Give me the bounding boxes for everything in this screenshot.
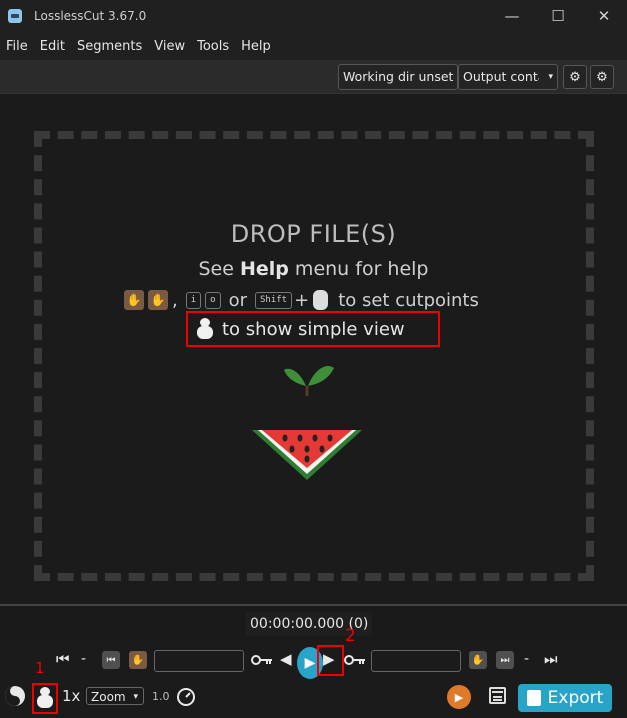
window-controls: — ☐ ✕ (489, 0, 627, 32)
settings-icon[interactable]: ⚙ (590, 65, 614, 89)
step-back-icon[interactable]: ◀ (280, 650, 292, 668)
minimize-button[interactable]: — (489, 0, 535, 32)
plus-text: + (294, 289, 310, 311)
set-cut-start-icon[interactable]: ✋ (129, 651, 147, 669)
simple-view-text: to show simple view (222, 318, 405, 340)
help-hint: See Help menu for help (0, 258, 627, 280)
mouse-icon (313, 290, 329, 310)
or-text: or (228, 289, 247, 311)
key-i: i (185, 291, 202, 309)
zoom-select[interactable]: Zoom ▾ (86, 687, 144, 705)
title-bar: LosslessCut 3.67.0 — ☐ ✕ (0, 0, 627, 32)
playback-speed[interactable]: 1x (62, 687, 80, 705)
hand-left-icon: ✋ (124, 290, 144, 310)
speedometer-icon[interactable] (176, 687, 196, 707)
step-forward-icon[interactable]: ▶ (323, 650, 335, 668)
cutpoints-text: to set cutpoints (338, 289, 479, 311)
dash-right: - (524, 651, 530, 667)
chevron-down-icon: ▾ (548, 72, 553, 82)
key-shift: Shift (255, 291, 293, 309)
export-button[interactable]: Export (518, 684, 612, 712)
export-icon (526, 690, 541, 706)
cut-start-input[interactable] (154, 650, 244, 672)
jump-start-icon[interactable]: ⏮ (56, 650, 70, 668)
cut-end-input[interactable] (371, 650, 461, 672)
menu-edit[interactable]: Edit (34, 39, 71, 54)
timeline[interactable]: 00:00:00.000 (0) (0, 604, 627, 642)
help-suffix: menu for help (288, 258, 429, 280)
app-icon (8, 9, 22, 23)
output-container-label: Output conta (463, 69, 539, 84)
keyframe-right-icon[interactable] (344, 655, 366, 665)
baby-icon (196, 318, 214, 340)
simple-mode-button[interactable] (36, 687, 54, 709)
dash-left: - (81, 651, 87, 667)
jump-end-icon[interactable]: ⏭ (544, 650, 558, 668)
theme-toggle-icon[interactable] (4, 685, 26, 707)
menu-file[interactable]: File (0, 39, 34, 54)
calendar-icon[interactable] (489, 687, 506, 704)
menu-view[interactable]: View (148, 39, 191, 54)
export-label: Export (547, 688, 604, 708)
set-cut-end-icon[interactable]: ✋ (469, 651, 487, 669)
working-dir-button[interactable]: Working dir unset (338, 64, 459, 90)
playback-controls: ⏮ - ⏮ ✋ ◀ ▶ ▶ 2 ✋ ⏭ - ⏭ 1 1x Zoom ▾ 1.0 … (0, 626, 627, 718)
key-o: o (205, 291, 221, 309)
drop-title: DROP FILE(S) (230, 220, 397, 248)
menu-tools[interactable]: Tools (191, 39, 235, 54)
annotation-2: 2 (345, 626, 356, 646)
menu-bar: File Edit Segments View Tools Help (0, 32, 627, 60)
simple-view-hint: to show simple view (186, 311, 440, 347)
top-toolbar: Working dir unset Output conta ▾ ⚙ ⚙ (0, 60, 627, 94)
menu-help[interactable]: Help (235, 39, 277, 54)
zoom-value: 1.0 (152, 690, 170, 703)
help-bold: Help (239, 258, 289, 280)
watermelon-logo-icon (252, 366, 362, 480)
preview-play-icon[interactable]: ▶ (447, 685, 471, 709)
output-container-select[interactable]: Output conta ▾ (458, 64, 558, 90)
cutpoint-hint: ✋ ✋ , i o or Shift + to set cutpoints (124, 288, 479, 312)
jump-segment-start-icon[interactable]: ⏮ (102, 651, 120, 669)
window-title: LosslessCut 3.67.0 (34, 9, 147, 23)
jump-segment-end-icon[interactable]: ⏭ (496, 651, 514, 669)
menu-segments[interactable]: Segments (71, 39, 148, 54)
keyframe-left-icon[interactable] (251, 655, 273, 665)
chevron-down-icon: ▾ (133, 692, 138, 702)
help-prefix: See (198, 258, 240, 280)
annotation-1: 1 (35, 659, 45, 677)
drop-zone[interactable]: DROP FILE(S) See Help menu for help ✋ ✋ … (0, 94, 627, 604)
maximize-button[interactable]: ☐ (535, 0, 581, 32)
hand-right-icon: ✋ (148, 290, 168, 310)
comma: , (172, 289, 178, 311)
settings-gear-icon[interactable]: ⚙ (563, 65, 587, 89)
zoom-label: Zoom (91, 690, 126, 704)
close-button[interactable]: ✕ (581, 0, 627, 32)
